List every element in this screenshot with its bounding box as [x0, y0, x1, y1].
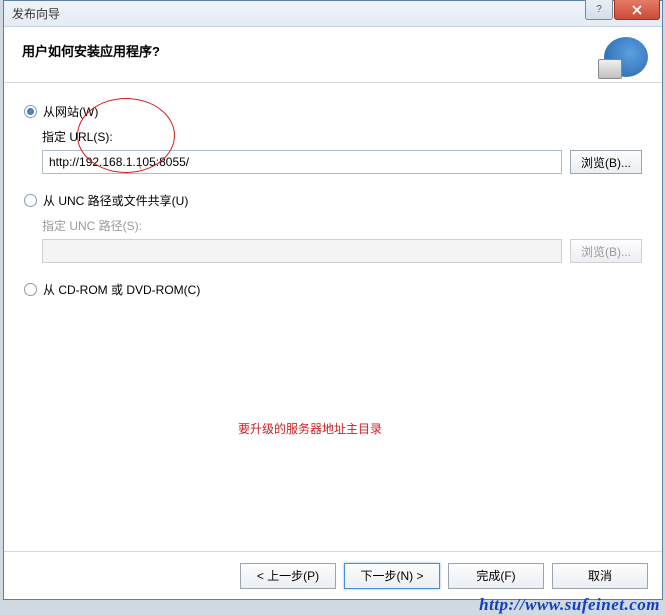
unc-group: 指定 UNC 路径(S): 浏览(B)...	[42, 217, 642, 263]
close-icon	[632, 5, 642, 15]
header-question: 用户如何安装应用程序?	[22, 41, 644, 60]
url-input[interactable]	[42, 150, 562, 174]
option-website-label: 从网站(W)	[43, 103, 98, 120]
wizard-footer: < 上一步(P) 下一步(N) > 完成(F) 取消	[4, 551, 662, 599]
titlebar: 发布向导 ?	[4, 1, 662, 27]
back-button[interactable]: < 上一步(P)	[240, 563, 336, 589]
radio-website[interactable]	[24, 105, 37, 118]
globe-icon	[604, 37, 648, 77]
unc-path-label: 指定 UNC 路径(S):	[42, 217, 642, 234]
option-website[interactable]: 从网站(W)	[24, 103, 642, 120]
annotation-text: 要升级的服务器地址主目录	[238, 420, 382, 437]
option-cdrom-label: 从 CD-ROM 或 DVD-ROM(C)	[43, 281, 200, 298]
url-label: 指定 URL(S):	[42, 128, 642, 145]
wizard-window: 发布向导 ? 用户如何安装应用程序? 从网站(W) 指定 URL(S): 浏览(…	[3, 0, 663, 600]
option-unc-label: 从 UNC 路径或文件共享(U)	[43, 192, 188, 209]
option-unc[interactable]: 从 UNC 路径或文件共享(U)	[24, 192, 642, 209]
unc-path-input	[42, 239, 562, 263]
help-button[interactable]: ?	[585, 0, 613, 20]
finish-button[interactable]: 完成(F)	[448, 563, 544, 589]
radio-unc[interactable]	[24, 194, 37, 207]
next-button[interactable]: 下一步(N) >	[344, 563, 440, 589]
window-title: 发布向导	[12, 5, 60, 22]
option-cdrom[interactable]: 从 CD-ROM 或 DVD-ROM(C)	[24, 281, 642, 298]
watermark: http://www.sufeinet.com	[479, 595, 660, 615]
website-group: 指定 URL(S): 浏览(B)...	[42, 128, 642, 174]
wizard-header: 用户如何安装应用程序?	[4, 27, 662, 83]
wizard-content: 从网站(W) 指定 URL(S): 浏览(B)... 从 UNC 路径或文件共享…	[4, 83, 662, 551]
browse-unc-button: 浏览(B)...	[570, 239, 642, 263]
browse-url-button[interactable]: 浏览(B)...	[570, 150, 642, 174]
radio-cdrom[interactable]	[24, 283, 37, 296]
close-button[interactable]	[614, 0, 660, 20]
titlebar-buttons: ?	[585, 0, 660, 20]
cancel-button[interactable]: 取消	[552, 563, 648, 589]
